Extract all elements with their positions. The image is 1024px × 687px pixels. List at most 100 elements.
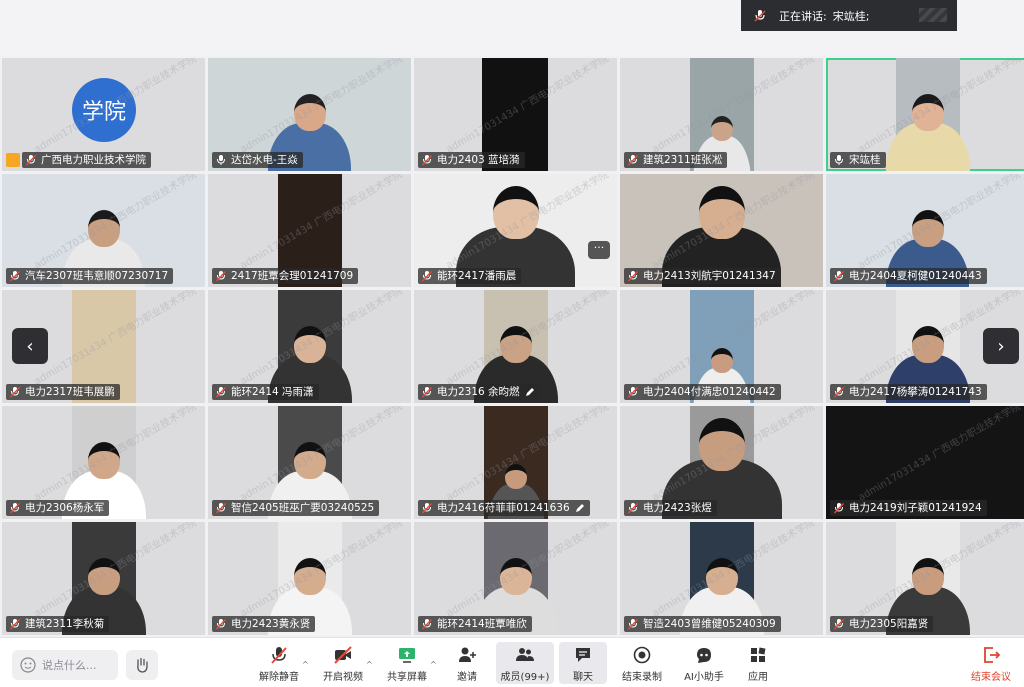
mute-options-caret[interactable]: ^ [302, 660, 309, 669]
mic-muted-icon [627, 154, 639, 166]
participant-tile[interactable]: admin17031434 广西电力职业技术学院 8548电力2404夏柯健01… [826, 174, 1024, 287]
participant-face [88, 558, 120, 595]
participant-face [912, 94, 944, 131]
apps-label: 应用 [748, 672, 768, 683]
mic-muted-icon [833, 270, 845, 282]
participant-tile[interactable]: admin17031434 广西电力职业技术学院 8548电力2305阳嘉贤 [826, 522, 1024, 635]
participant-name-text: 电力2316 余昀燃 [437, 386, 520, 398]
share-options-caret[interactable]: ^ [430, 660, 437, 669]
participant-name-text: 宋竑桂 [849, 154, 881, 166]
participant-face [912, 326, 944, 363]
apps-button[interactable]: 应用 [740, 642, 776, 684]
participant-name: 电力2305阳嘉贤 [830, 616, 934, 632]
participant-face [500, 558, 532, 595]
participant-tile[interactable]: admin17031434 广西电力职业技术学院 8548 能环2414 冯雨潇 [208, 290, 411, 403]
participant-tile[interactable]: admin17031434 广西电力职业技术学院 8548电力2419刘子颖01… [826, 406, 1024, 519]
end-recording-button[interactable]: 结束录制 [618, 642, 666, 684]
mic-muted-icon [215, 386, 227, 398]
participant-face [505, 464, 527, 490]
participant-name-text: 广西电力职业技术学院 [41, 154, 146, 166]
participant-tile[interactable]: admin17031434 广西电力职业技术学院 8548 能环2417潘雨晨 [414, 174, 617, 287]
pen-icon [574, 503, 585, 514]
participant-name-text: 电力2403 蓝培漪 [437, 154, 520, 166]
record-icon [633, 646, 651, 664]
participant-face [500, 326, 532, 363]
participant-tile[interactable]: admin17031434 广西电力职业技术学院 8548 建筑2311李秋菊 [2, 522, 205, 635]
participant-name-text: 电力2416苻菲菲01241636 [437, 502, 570, 514]
participant-tile[interactable]: admin17031434 广西电力职业技术学院 8548 电力2403 蓝培漪 [414, 58, 617, 171]
invite-button[interactable]: 邀请 [448, 642, 486, 684]
more-options-button[interactable]: ··· [588, 241, 610, 259]
participant-name-text: 2417班覃会理01241709 [231, 270, 354, 282]
participant-name-text: 能环2417潘雨晨 [437, 270, 517, 282]
participant-tile[interactable]: admin17031434 广西电力职业技术学院 8548 能环2414班覃唯欣 [414, 522, 617, 635]
participant-name: 智造2403曾维健05240309 [624, 616, 781, 632]
participant-tile[interactable]: admin17031434 广西电力职业技术学院 8548 智造2403曾维健05… [620, 522, 823, 635]
participant-name-text: 能环2414 冯雨潇 [231, 386, 314, 398]
participant-face [88, 442, 120, 479]
end-meeting-button[interactable]: 结束会议 [966, 642, 1016, 684]
participant-tile[interactable]: admin17031434 广西电力职业技术学院 8548 汽车2307班韦意顺0… [2, 174, 205, 287]
mic-muted-icon [215, 270, 227, 282]
speaking-name: 宋竑桂; [832, 9, 870, 23]
participant-tile[interactable]: admin17031434 广西电力职业技术学院 8548 电力2413刘航宇01… [620, 174, 823, 287]
chat-button[interactable]: 聊天 [559, 642, 607, 684]
participant-tile[interactable]: admin17031434 广西电力职业技术学院 8548 电力2316 余昀燃 [414, 290, 617, 403]
share-screen-button[interactable]: 共享屏幕 [384, 642, 430, 684]
participant-name-text: 智造2403曾维健05240309 [643, 618, 776, 630]
ai-assistant-button[interactable]: AI小助手 [680, 642, 728, 684]
video-options-caret[interactable]: ^ [366, 660, 373, 669]
participant-name: 电力2417杨攀涛01241743 [830, 384, 987, 400]
participant-face [293, 94, 326, 131]
mic-icon [833, 154, 845, 166]
top-bar: 正在讲话: 宋竑桂; [0, 0, 1024, 56]
chat-input[interactable]: 说点什么... [12, 650, 118, 680]
participant-tile[interactable]: admin17031434 广西电力职业技术学院 8548 电力2416苻菲菲01… [414, 406, 617, 519]
participant-name: 电力2306杨永军 [6, 500, 110, 516]
next-page-button[interactable]: › [983, 328, 1019, 364]
chat-label: 聊天 [573, 672, 593, 683]
chat-icon [576, 648, 590, 662]
participant-name: 电力2423张煜 [624, 500, 717, 516]
participant-name-text: 电力2404付满忠01240442 [643, 386, 776, 398]
members-button[interactable]: 成员(99+) [496, 642, 554, 684]
participant-name: 能环2417潘雨晨 [418, 268, 522, 284]
participant-name-text: 电力2413刘航宇01241347 [643, 270, 776, 282]
mic-muted-icon [421, 618, 433, 630]
apps-grid-icon [751, 647, 766, 662]
participant-name: 电力2413刘航宇01241347 [624, 268, 781, 284]
start-video-button[interactable]: 开启视频 [320, 642, 366, 684]
mic-muted-icon [271, 647, 287, 664]
participant-face [699, 418, 745, 471]
video-grid: 学院 admin17031434 广西电力职业技术学院 8548 广西电力职业技术学… [2, 58, 1024, 635]
participant-tile[interactable]: admin17031434 广西电力职业技术学院 8548 建筑2311班张凇 [620, 58, 823, 171]
mic-muted-icon [421, 154, 433, 166]
participant-name: 电力2419刘子颖01241924 [830, 500, 987, 516]
participant-tile[interactable]: admin17031434 广西电力职业技术学院 8548 2417班覃会理012… [208, 174, 411, 287]
host-icon [6, 153, 20, 167]
participant-face [912, 558, 944, 595]
pen-icon [524, 387, 535, 398]
participant-tile[interactable]: admin17031434 广西电力职业技术学院 8548 电力2423黄永贤 [208, 522, 411, 635]
participant-name-text: 电力2419刘子颖01241924 [849, 502, 982, 514]
mic-muted-icon [421, 386, 433, 398]
ai-assistant-icon [697, 648, 711, 663]
participant-face [294, 442, 326, 479]
mic-muted-icon [833, 502, 845, 514]
participant-tile[interactable]: admin17031434 广西电力职业技术学院 8548 智信2405班巫广要0… [208, 406, 411, 519]
participant-tile[interactable]: admin17031434 广西电力职业技术学院 8548宋竑桂 [826, 58, 1024, 171]
participant-tile[interactable]: 学院 admin17031434 广西电力职业技术学院 8548 广西电力职业技术学… [2, 58, 205, 171]
participant-tile[interactable]: admin17031434 广西电力职业技术学院 8548 电力2306杨永军 [2, 406, 205, 519]
participant-tile[interactable]: admin17031434 广西电力职业技术学院 8548 电力2423张煜 [620, 406, 823, 519]
speaking-indicator: 正在讲话: 宋竑桂; [741, 0, 957, 31]
participant-tile[interactable]: admin17031434 广西电力职业技术学院 8548 达岱水电-王焱 [208, 58, 411, 171]
participant-face [698, 186, 745, 239]
participant-face [294, 558, 326, 595]
exit-icon [984, 647, 1001, 663]
raise-hand-button[interactable] [126, 650, 158, 680]
mic-muted-icon [627, 270, 639, 282]
participant-name: 电力2403 蓝培漪 [418, 152, 525, 168]
prev-page-button[interactable]: ‹ [12, 328, 48, 364]
unmute-button[interactable]: 解除静音 [256, 642, 302, 684]
participant-tile[interactable]: admin17031434 广西电力职业技术学院 8548 电力2404付满忠01… [620, 290, 823, 403]
